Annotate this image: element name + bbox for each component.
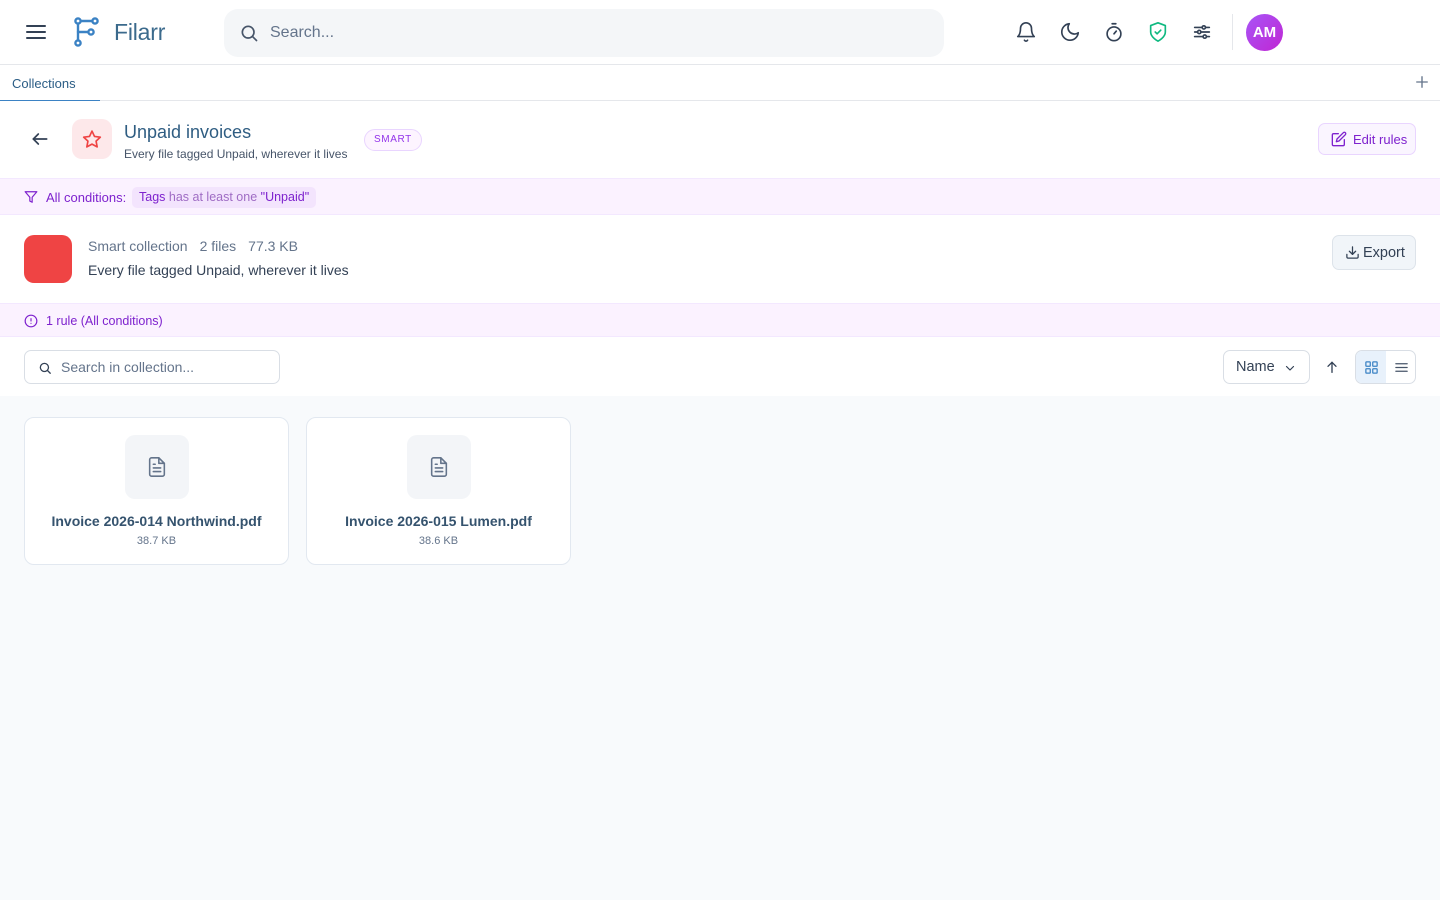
sort-ascending-icon[interactable]: [1324, 359, 1340, 375]
info-icon: [24, 314, 38, 328]
export-label: Export: [1363, 244, 1405, 261]
sort-select[interactable]: Name: [1223, 350, 1310, 384]
logo-icon: [74, 17, 99, 47]
collection-info: Smart collection 2 files 77.3 KB Every f…: [0, 215, 1440, 303]
conditions-label: All conditions:: [46, 190, 127, 205]
smart-badge: SMART: [364, 129, 422, 151]
brand-name: Filarr: [114, 19, 166, 45]
collection-description: Every file tagged Unpaid, wherever it li…: [88, 262, 349, 278]
rule-summary-bar: 1 rule (All conditions): [0, 303, 1440, 337]
tab-collections[interactable]: Collections: [0, 65, 100, 102]
condition-chip[interactable]: Tags has at least one "Unpaid": [132, 187, 317, 208]
collection-search: [24, 350, 280, 384]
edit-icon: [1331, 131, 1347, 147]
moon-icon[interactable]: [1059, 21, 1081, 43]
filter-icon: [24, 191, 38, 203]
file-count: 2 files: [199, 238, 237, 254]
list-view-button[interactable]: [1386, 351, 1415, 383]
edit-rules-label: Edit rules: [1353, 131, 1408, 147]
file-name: Invoice 2026-014 Northwind.pdf: [51, 513, 262, 529]
condition-operator: has at least one: [168, 190, 258, 204]
plus-icon[interactable]: [1413, 73, 1431, 91]
collection-toolbar: Name: [0, 337, 1440, 396]
collection-search-input[interactable]: [61, 351, 271, 383]
page-subtitle: Every file tagged Unpaid, wherever it li…: [124, 147, 348, 161]
file-text-icon: [430, 457, 448, 477]
edit-rules-button[interactable]: Edit rules: [1318, 123, 1416, 155]
download-icon: [1346, 246, 1359, 259]
export-button[interactable]: Export: [1332, 235, 1416, 270]
rule-summary-text: 1 rule (All conditions): [46, 314, 163, 328]
file-card[interactable]: Invoice 2026-014 Northwind.pdf 38.7 KB: [24, 417, 289, 565]
file-thumbnail: [407, 435, 471, 499]
tab-bar: Collections: [0, 65, 1440, 102]
view-toggle: [1355, 350, 1416, 384]
sliders-icon[interactable]: [1191, 21, 1213, 43]
file-size: 38.6 KB: [418, 535, 459, 547]
page-title: Unpaid invoices: [124, 122, 252, 142]
condition-field: Tags: [139, 190, 166, 204]
color-swatch: [24, 235, 72, 283]
arrow-left-icon[interactable]: [30, 129, 50, 149]
menu-icon[interactable]: [24, 20, 48, 44]
file-text-icon: [148, 457, 166, 477]
collection-icon: [72, 119, 112, 159]
total-size: 77.3 KB: [248, 238, 298, 254]
conditions-bar: All conditions: Tags has at least one "U…: [0, 178, 1440, 215]
grid-view-button[interactable]: [1356, 351, 1386, 383]
collection-header: Unpaid invoices Every file tagged Unpaid…: [0, 101, 1440, 178]
list-icon: [1394, 362, 1408, 372]
global-search: [224, 9, 944, 57]
timer-icon[interactable]: [1103, 21, 1125, 43]
sort-label: Name: [1236, 359, 1275, 375]
divider: [1232, 14, 1233, 50]
avatar[interactable]: AM: [1246, 14, 1283, 51]
file-size: 38.7 KB: [136, 535, 177, 547]
grid-icon: [1364, 360, 1378, 374]
bell-icon[interactable]: [1015, 21, 1037, 43]
shield-check-icon[interactable]: [1147, 21, 1169, 43]
collection-type: Smart collection: [88, 238, 188, 254]
file-thumbnail: [125, 435, 189, 499]
collection-meta: Smart collection 2 files 77.3 KB: [88, 238, 298, 254]
search-icon: [241, 25, 258, 42]
search-icon: [39, 362, 51, 374]
star-icon: [82, 130, 102, 148]
top-bar: Filarr AM: [0, 0, 1440, 65]
global-search-input[interactable]: [270, 9, 910, 57]
file-card[interactable]: Invoice 2026-015 Lumen.pdf 38.6 KB: [306, 417, 571, 565]
chevron-down-icon: [1285, 365, 1295, 371]
file-name: Invoice 2026-015 Lumen.pdf: [345, 513, 532, 529]
condition-value: "Unpaid": [260, 190, 310, 204]
